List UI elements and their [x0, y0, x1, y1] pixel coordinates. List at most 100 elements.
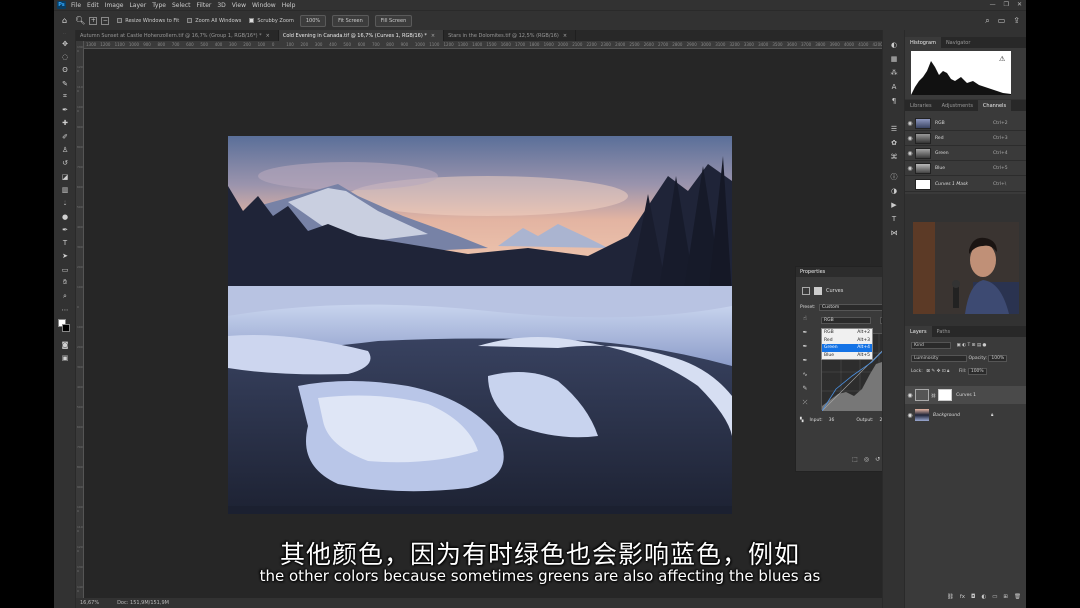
scrubby-zoom-checkbox[interactable]: Scrubby Zoom [249, 18, 294, 24]
background-color[interactable] [62, 324, 70, 333]
new-layer-icon[interactable]: ⊞ [1003, 594, 1008, 600]
color-panel-icon[interactable]: ◐ [883, 38, 905, 52]
clip-to-layer-icon[interactable]: ⬚ [852, 456, 858, 463]
white-point-eyedropper-icon[interactable]: ✒ [800, 357, 810, 371]
zoom-tool-icon[interactable]: ⌕ [54, 290, 76, 303]
quick-select-tool-icon[interactable]: ✎ [54, 77, 76, 90]
tab-channels[interactable]: Channels [977, 100, 1012, 111]
channel-row-mask[interactable]: Curves 1 Mask Ctrl+\ [905, 177, 1026, 192]
lock-icons[interactable]: ⊠ ✎ ✥ ⊡ 🔒︎ [926, 369, 949, 374]
fx-icon[interactable]: fx [960, 594, 965, 600]
canvas-area[interactable]: Properties » ≡ Curves Preset: Custom RGB… [84, 49, 912, 598]
dodge-tool-icon[interactable]: ● [54, 210, 76, 223]
eye-icon[interactable]: ◉ [905, 120, 915, 127]
histogram-toggle-icon[interactable]: ▚ [800, 418, 803, 423]
layer-filter-icons[interactable]: ▣ ◐ T ⊞ ▤ ● [956, 343, 986, 348]
eye-icon[interactable]: ◉ [905, 150, 915, 157]
zoom-all-checkbox[interactable]: Zoom All Windows [187, 18, 241, 24]
layer-kind-select[interactable]: Kind [911, 342, 951, 349]
resize-windows-checkbox[interactable]: Resize Windows to Fit [117, 18, 179, 24]
eye-icon[interactable]: ◉ [905, 165, 915, 172]
menu-layer[interactable]: Layer [129, 2, 146, 9]
move-tool-icon[interactable]: ✥ [54, 37, 76, 50]
tab-adjustments[interactable]: Adjustments [937, 100, 978, 111]
styles-panel-icon[interactable]: ✿ [883, 136, 905, 150]
new-group-icon[interactable]: ▭ [992, 594, 997, 600]
glyphs-panel-icon[interactable]: T [883, 212, 905, 226]
pen-tool-icon[interactable]: ✒ [54, 223, 76, 236]
delete-layer-icon[interactable]: 🗑︎ [1014, 594, 1021, 600]
gradient-tool-icon[interactable]: ▥ [54, 183, 76, 196]
add-mask-icon[interactable]: ◘ [971, 594, 975, 600]
brushes-panel-icon[interactable]: ⁂ [883, 66, 905, 80]
healing-brush-icon[interactable]: ✚ [54, 117, 76, 130]
properties-panel-icon[interactable]: ☰ [883, 122, 905, 136]
tab-libraries[interactable]: Libraries [905, 100, 937, 111]
character-panel-icon[interactable]: A [883, 80, 905, 94]
view-previous-icon[interactable]: ◎ [864, 456, 869, 463]
crop-tool-icon[interactable]: ⌗ [54, 90, 76, 103]
zoom-in-icon[interactable]: + [89, 16, 98, 25]
tab-paths[interactable]: Paths [932, 326, 956, 337]
menu-help[interactable]: Help [282, 2, 296, 9]
target-adjust-icon[interactable]: ☝ [800, 315, 810, 329]
fill-screen-button[interactable]: Fill Screen [374, 14, 413, 27]
timeline-panel-icon[interactable]: ⋈ [883, 226, 905, 240]
zoom-tool-icon[interactable]: 🔍︎ [75, 16, 85, 25]
black-point-eyedropper-icon[interactable]: ✒ [800, 329, 810, 343]
path-select-icon[interactable]: ➤ [54, 250, 76, 263]
channel-row-red[interactable]: ◉ Red Ctrl+3 [905, 131, 1026, 146]
link-icon[interactable]: ⛓ [931, 393, 936, 398]
color-swatches[interactable] [54, 316, 75, 338]
swatches-panel-icon[interactable]: ▦ [883, 52, 905, 66]
link-layers-icon[interactable]: ⛓ [947, 594, 954, 600]
eraser-tool-icon[interactable]: ◪ [54, 170, 76, 183]
new-adjustment-icon[interactable]: ◐ [981, 594, 986, 600]
status-zoom[interactable]: 16,67% [80, 600, 99, 606]
screen-mode-icon[interactable]: ▣ [54, 352, 76, 365]
share-icon[interactable]: ⇪ [1013, 16, 1020, 26]
marquee-tool-icon[interactable]: ◌ [54, 50, 76, 63]
menu-edit[interactable]: Edit [87, 2, 99, 9]
channel-row-rgb[interactable]: ◉ RGB Ctrl+2 [905, 116, 1026, 131]
history-brush-icon[interactable]: ↺ [54, 157, 76, 170]
blur-tool-icon[interactable]: 💧︎ [54, 197, 76, 210]
info-panel-icon[interactable]: ⓘ [883, 170, 905, 184]
workspace-icon[interactable]: ▭ [998, 16, 1006, 26]
brush-tool-icon[interactable]: ✐ [54, 130, 76, 143]
maximize-button[interactable]: ❐ [1004, 1, 1009, 8]
layer-mask-thumbnail[interactable] [938, 389, 953, 401]
layer-row-background[interactable]: ◉ Background 🔒︎ [905, 406, 1026, 424]
layer-row-curves[interactable]: ◉ ⛓ Curves 1 [905, 386, 1026, 404]
channel-select[interactable]: RGB [821, 317, 871, 324]
gray-point-eyedropper-icon[interactable]: ✒ [800, 343, 810, 357]
mask-icon[interactable] [814, 287, 822, 295]
reset-icon[interactable]: ↺ [875, 456, 880, 463]
close-tab-icon[interactable]: × [431, 33, 435, 39]
channel-option-red[interactable]: Red Alt+3 [822, 337, 872, 345]
channel-row-blue[interactable]: ◉ Blue Ctrl+5 [905, 161, 1026, 176]
tab-autumn-sunset[interactable]: Autumn Sunset at Castle Hohenzollern.tif… [76, 30, 279, 41]
type-tool-icon[interactable]: T [54, 236, 76, 249]
stamp-tool-icon[interactable]: ♙ [54, 143, 76, 156]
hand-tool-icon[interactable]: ✋︎ [54, 276, 76, 289]
tab-navigator[interactable]: Navigator [941, 37, 975, 48]
adjustments-panel-icon[interactable]: ◑ [883, 184, 905, 198]
opacity-field[interactable]: 100% [988, 355, 1008, 362]
menu-window[interactable]: Window [252, 2, 276, 9]
channel-option-green[interactable]: Green Alt+4 [822, 344, 872, 352]
paths-icon[interactable]: ⌘ [883, 150, 905, 164]
eye-icon[interactable]: ◉ [905, 135, 915, 142]
paragraph-panel-icon[interactable]: ¶ [883, 94, 905, 108]
menu-image[interactable]: Image [105, 2, 124, 9]
input-value[interactable]: 36 [829, 418, 835, 423]
lasso-tool-icon[interactable]: ʘ [54, 64, 76, 77]
blend-mode-select[interactable]: Luminosity [911, 355, 967, 362]
minimize-button[interactable]: — [990, 1, 996, 8]
fill-field[interactable]: 100% [967, 368, 987, 375]
menu-view[interactable]: View [232, 2, 246, 9]
channel-dropdown-menu[interactable]: RGB Alt+2 Red Alt+3 Green Alt+4 Blue Alt+5 [821, 328, 873, 360]
quick-mask-icon[interactable]: ◙ [54, 338, 76, 351]
close-tab-icon[interactable]: × [563, 33, 567, 39]
eye-icon[interactable]: ◉ [905, 412, 915, 419]
